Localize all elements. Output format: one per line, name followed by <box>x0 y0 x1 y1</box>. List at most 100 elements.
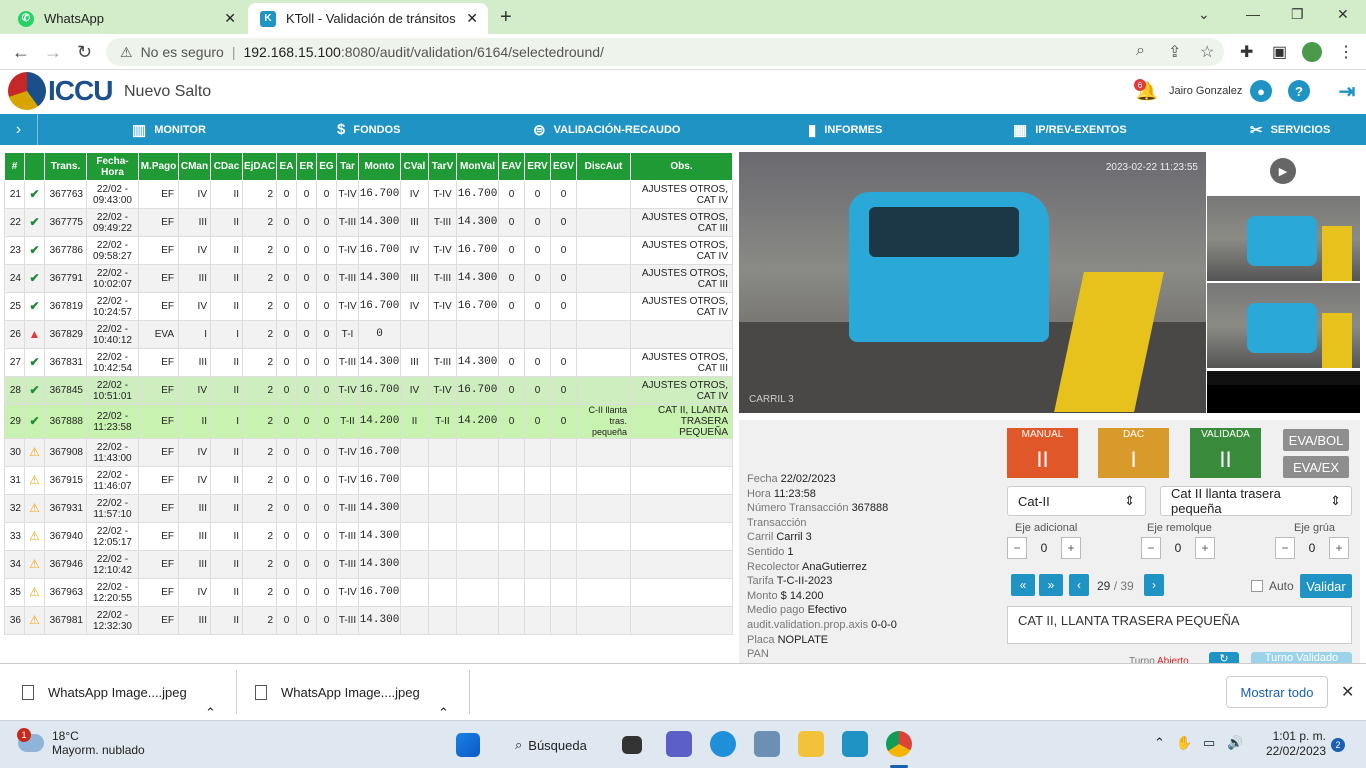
minimize-button[interactable]: — <box>1246 6 1260 22</box>
menu-fondos[interactable]: $ FONDOS <box>337 114 400 145</box>
menu-informes[interactable]: ▮ INFORMES <box>808 114 882 145</box>
weather-widget[interactable]: 1 18°C Mayorm. nublado <box>17 728 145 757</box>
logout-icon[interactable]: ⇥ <box>1336 80 1358 103</box>
auto-checkbox[interactable]: Auto <box>1251 579 1294 593</box>
checkbox[interactable] <box>1251 580 1263 592</box>
column-header[interactable]: CDac <box>210 152 243 181</box>
menu-validacion-recaudo[interactable]: ⊜ VALIDACIÓN-RECAUDO <box>533 114 680 145</box>
column-header[interactable]: ER <box>296 152 317 181</box>
show-all-button[interactable]: Mostrar todo <box>1226 676 1328 708</box>
prev-page-button[interactable]: ‹ <box>1069 574 1089 596</box>
play-icon[interactable]: ▶ <box>1270 158 1296 184</box>
tab-whatsapp[interactable]: ✆ WhatsApp ✕ <box>6 3 246 34</box>
user-icon[interactable]: ● <box>1250 80 1272 102</box>
close-tab-icon[interactable]: ✕ <box>466 10 478 27</box>
validar-button[interactable]: Validar <box>1300 574 1352 598</box>
help-icon[interactable]: ? <box>1288 80 1310 102</box>
display-icon[interactable]: ▭ <box>1203 735 1215 751</box>
task-view-icon[interactable] <box>622 736 642 754</box>
table-row[interactable]: 34 ⚠ 367946 22/02 -12:10:42 EF III II 2 0 0 0 T-III… <box>4 550 733 579</box>
table-row[interactable]: 36 ⚠ 367981 22/02 -12:32:30 EF III II 2 0 0 0 T-III… <box>4 606 733 635</box>
back-icon[interactable]: ← <box>12 42 30 63</box>
column-header[interactable]: Obs. <box>630 152 733 181</box>
column-header[interactable]: Trans. <box>44 152 87 181</box>
column-header[interactable]: DiscAut <box>576 152 631 181</box>
url-field[interactable]: ⚠ No es seguro | 192.168.15.100 :8080/au… <box>106 38 1224 66</box>
next-page-button[interactable]: › <box>1144 574 1164 596</box>
column-header[interactable]: EG <box>316 152 337 181</box>
table-row[interactable]: 26 ▲ 367829 22/02 -10:40:12 EVA I I 2 0 0 0 T-I 0 <box>4 320 733 349</box>
vscode-icon[interactable] <box>842 731 868 757</box>
chrome-icon[interactable] <box>886 731 912 757</box>
table-row[interactable]: 30 ⚠ 367908 22/02 -11:43:00 EF IV II 2 0 0 0 T-IV 16… <box>4 438 733 467</box>
reload-icon[interactable]: ↻ <box>77 42 92 63</box>
volume-icon[interactable]: 🔊 <box>1227 735 1243 751</box>
table-row[interactable]: 22 ✔ 367775 22/02 -09:49:22 EF III II 2 0 0 0 T-III… <box>4 208 733 237</box>
eje-remolque-value[interactable]: 0 <box>1161 541 1195 555</box>
menu-servicios[interactable]: ✂ SERVICIOS <box>1250 114 1330 145</box>
table-row[interactable]: 35 ⚠ 367963 22/02 -12:20:55 EF IV II 2 0 0 0 T-IV 16… <box>4 578 733 607</box>
table-row[interactable]: 27 ✔ 367831 22/02 -10:42:54 EF III II 2 0 0 0 T-III… <box>4 348 733 377</box>
tray-app-icon[interactable]: ✋ <box>1176 735 1192 751</box>
column-header[interactable] <box>24 152 45 181</box>
category-select[interactable]: Cat-II ⇕ <box>1007 486 1146 516</box>
column-header[interactable]: CVal <box>400 152 429 181</box>
column-header[interactable]: M.Pago <box>138 152 179 181</box>
menu-dots-icon[interactable]: ⋮ <box>1338 42 1354 62</box>
close-window-button[interactable]: ✕ <box>1337 6 1349 23</box>
table-row[interactable]: 33 ⚠ 367940 22/02 -12:05:17 EF III II 2 0 0 0 T-III… <box>4 522 733 551</box>
extensions-icon[interactable]: ✚ <box>1240 42 1253 62</box>
column-header[interactable]: EGV <box>550 152 577 181</box>
table-row[interactable]: 28 ✔ 367845 22/02 -10:51:01 EF IV II 2 0 0 0 T-IV 16… <box>4 376 733 405</box>
column-header[interactable]: Monto <box>358 152 401 181</box>
decrement-button[interactable]: − <box>1275 537 1295 559</box>
fast-forward-button[interactable]: » <box>1039 574 1063 596</box>
thumbnail-1[interactable] <box>1207 196 1360 281</box>
download-item-2[interactable]: WhatsApp Image....jpeg <box>255 664 420 721</box>
network-app-icon[interactable] <box>754 731 780 757</box>
notification-badge[interactable]: 2 <box>1331 738 1345 752</box>
menu-monitor[interactable]: ▥ MONITOR <box>132 114 206 145</box>
thumbnail-2[interactable] <box>1207 283 1360 368</box>
column-header[interactable]: # <box>4 152 25 181</box>
file-explorer-icon[interactable] <box>798 731 824 757</box>
download-item-1[interactable]: WhatsApp Image....jpeg <box>22 664 187 721</box>
increment-button[interactable]: + <box>1061 537 1081 559</box>
table-row[interactable]: 21 ✔ 367763 22/02 -09:43:00 EF IV II 2 0 0 0 T-IV 16… <box>4 180 733 209</box>
table-row[interactable]: 32 ⚠ 367931 22/02 -11:57:10 EF III II 2 0 0 0 T-III… <box>4 494 733 523</box>
profile-avatar[interactable] <box>1302 42 1322 62</box>
close-tab-icon[interactable]: ✕ <box>224 10 236 27</box>
table-row[interactable]: 24 ✔ 367791 22/02 -10:02:07 EF III II 2 0 0 0 T-III… <box>4 264 733 293</box>
edge-icon[interactable] <box>710 731 736 757</box>
observation-field[interactable]: CAT II, LLANTA TRASERA PEQUEÑA <box>1007 606 1352 644</box>
sidebar-toggle-icon[interactable]: › <box>0 114 38 145</box>
column-header[interactable]: TarV <box>428 152 457 181</box>
tray-chevron-icon[interactable]: ⌃ <box>1154 735 1165 751</box>
eje-adicional-value[interactable]: 0 <box>1027 541 1061 555</box>
close-downloads-icon[interactable]: ✕ <box>1341 682 1354 702</box>
table-row[interactable]: 25 ✔ 367819 22/02 -10:24:57 EF IV II 2 0 0 0 T-IV 16… <box>4 292 733 321</box>
column-header[interactable]: EA <box>276 152 297 181</box>
teams-icon[interactable] <box>666 731 692 757</box>
table-row[interactable]: 31 ⚠ 367915 22/02 -11:46:07 EF IV II 2 0 0 0 T-IV 16… <box>4 466 733 495</box>
tab-ktoll[interactable]: K KToll - Validación de tránsitos ✕ <box>248 3 488 34</box>
transactions-table-container[interactable]: # Trans. Fecha-Hora M.Pago CMan CDac EjDAC EA ER… <box>4 152 734 662</box>
eje-grua-value[interactable]: 0 <box>1295 541 1329 555</box>
first-page-button[interactable]: « <box>1011 574 1035 596</box>
column-header[interactable]: ERV <box>524 152 551 181</box>
bookmark-star-icon[interactable]: ☆ <box>1200 42 1214 62</box>
column-header[interactable]: Tar <box>336 152 359 181</box>
column-header[interactable]: Fecha-Hora <box>86 152 139 181</box>
taskbar-search[interactable]: ⌕ Búsqueda <box>505 731 605 759</box>
column-header[interactable]: EjDAC <box>242 152 277 181</box>
discount-select[interactable]: Cat II llanta trasera pequeña ⇕ <box>1160 486 1352 516</box>
column-header[interactable]: EAV <box>498 152 525 181</box>
menu-ip-rev-exentos[interactable]: ▦ IP/REV-EXENTOS <box>1013 114 1127 145</box>
tab-search-icon[interactable]: ⌄ <box>1198 6 1210 23</box>
eva-bol-button[interactable]: EVA/BOL <box>1283 429 1349 451</box>
increment-button[interactable]: + <box>1195 537 1215 559</box>
zoom-icon[interactable]: ⌕ <box>1136 42 1145 60</box>
column-header[interactable]: MonVal <box>456 152 499 181</box>
clock[interactable]: 1:01 p. m. 22/02/2023 <box>1262 729 1326 759</box>
windows-start-icon[interactable] <box>456 733 480 757</box>
